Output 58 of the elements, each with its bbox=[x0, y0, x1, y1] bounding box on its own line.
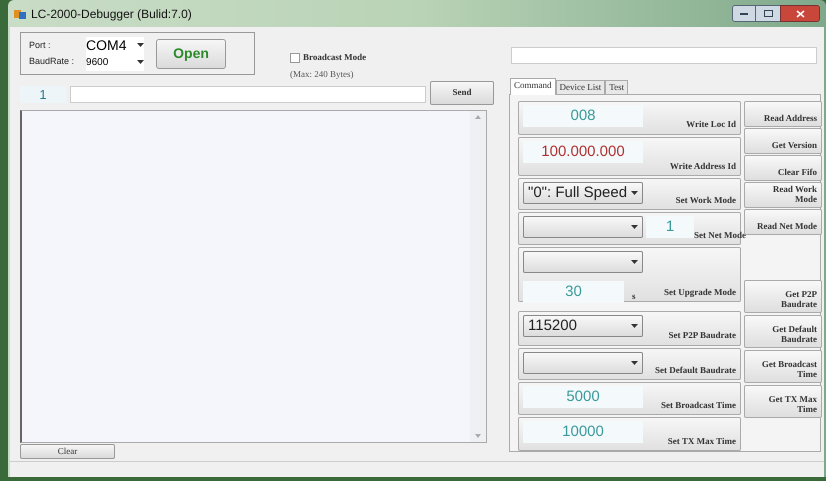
dropdown[interactable]: "0": Full Speed bbox=[523, 182, 643, 204]
maximize-icon bbox=[764, 10, 772, 17]
tab[interactable]: Device List bbox=[556, 80, 606, 95]
minimize-icon bbox=[740, 12, 748, 15]
maximize-button[interactable] bbox=[756, 5, 780, 22]
command-label[interactable]: Set Net Mode bbox=[694, 228, 746, 242]
send-input[interactable] bbox=[70, 86, 426, 103]
input-field[interactable]: 100.000.000 bbox=[523, 140, 643, 163]
command-button[interactable]: Read Work Mode bbox=[744, 182, 822, 208]
command-label[interactable]: Set Default Baudrate bbox=[655, 364, 736, 378]
clear-button[interactable]: Clear bbox=[20, 444, 115, 459]
broadcast-checkbox[interactable] bbox=[290, 52, 300, 63]
command-label[interactable]: Set P2P Baudrate bbox=[668, 329, 736, 343]
command-label[interactable]: Set Work Mode bbox=[676, 194, 736, 208]
index-field[interactable]: 1 bbox=[20, 86, 66, 103]
command-button[interactable]: Get P2P Baudrate bbox=[744, 280, 822, 313]
dropdown[interactable] bbox=[523, 251, 643, 274]
command-button[interactable]: Get Default Baudrate bbox=[744, 315, 822, 348]
command-label[interactable]: Set Upgrade Mode bbox=[664, 286, 736, 300]
unit-label: s bbox=[632, 290, 636, 303]
dropdown-arrow-icon bbox=[631, 225, 638, 230]
close-button[interactable] bbox=[780, 5, 820, 22]
baudrate-dropdown[interactable]: 9600 bbox=[86, 54, 144, 70]
command-button[interactable]: Get Version bbox=[744, 128, 822, 154]
max-bytes-note: (Max: 240 Bytes) bbox=[290, 68, 354, 81]
port-dropdown[interactable]: COM4 bbox=[86, 36, 144, 54]
app-icon bbox=[14, 8, 26, 20]
command-label[interactable]: Set TX Max Time bbox=[668, 434, 736, 448]
command-button[interactable]: Get Broadcast Time bbox=[744, 350, 822, 383]
port-label: Port : bbox=[29, 38, 52, 52]
window-title: LC-2000-Debugger (Bulid:7.0) bbox=[31, 6, 192, 22]
send-button[interactable]: Send bbox=[430, 81, 494, 105]
dropdown-arrow-icon bbox=[137, 43, 144, 47]
scroll-up-icon[interactable] bbox=[475, 115, 481, 119]
close-icon bbox=[796, 10, 804, 18]
baudrate-label: BaudRate : bbox=[29, 55, 74, 68]
response-field[interactable] bbox=[511, 47, 817, 64]
command-button[interactable]: Read Address bbox=[744, 101, 822, 127]
dropdown-arrow-icon bbox=[631, 324, 638, 328]
open-button[interactable]: Open bbox=[156, 38, 226, 68]
minimize-button[interactable] bbox=[732, 5, 756, 22]
dropdown[interactable]: 115200 bbox=[523, 314, 643, 337]
scroll-down-icon[interactable] bbox=[475, 434, 481, 438]
dropdown-arrow-icon bbox=[631, 260, 638, 264]
broadcast-label[interactable]: Broadcast Mode bbox=[303, 51, 366, 64]
command-button[interactable]: Read Net Mode bbox=[744, 209, 822, 235]
dropdown-arrow-icon bbox=[631, 360, 638, 365]
tab[interactable]: Test bbox=[605, 80, 628, 95]
dropdown-arrow-icon bbox=[137, 60, 144, 64]
dropdown-arrow-icon bbox=[631, 191, 638, 196]
dropdown[interactable] bbox=[523, 216, 643, 238]
dropdown[interactable] bbox=[523, 352, 643, 374]
command-label[interactable]: Write Loc Id bbox=[686, 118, 736, 132]
tab[interactable]: Command bbox=[510, 78, 556, 95]
command-label[interactable]: Set Broadcast Time bbox=[660, 398, 736, 412]
command-button[interactable]: Clear Fifo bbox=[744, 155, 822, 181]
command-label[interactable]: Write Address Id bbox=[670, 160, 736, 174]
command-button[interactable]: Get TX Max Time bbox=[744, 385, 822, 418]
